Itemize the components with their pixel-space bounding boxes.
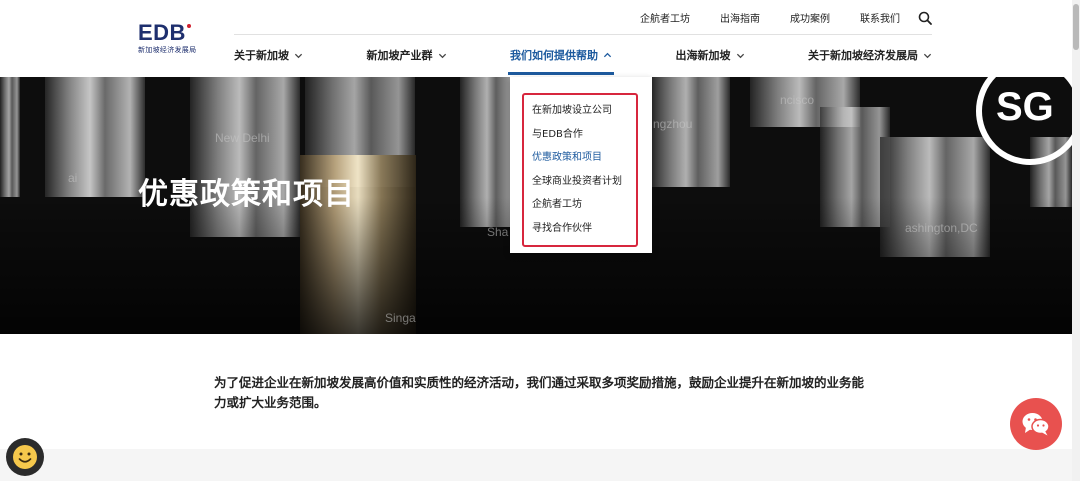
header-divider xyxy=(234,34,932,35)
dropdown-highlight-box: 在新加坡设立公司 与EDB合作 优惠政策和项目 全球商业投资者计划 企航者工坊 … xyxy=(522,93,638,247)
logo-subtitle: 新加坡经济发展局 xyxy=(138,46,197,54)
chevron-down-icon xyxy=(294,53,303,58)
wechat-button[interactable] xyxy=(1010,398,1062,450)
city-label: Singa xyxy=(385,311,416,325)
intro-paragraph: 为了促进企业在新加坡发展高价值和实质性的经济活动，我们通过采取多项奖励措施，鼓励… xyxy=(214,375,865,410)
next-section xyxy=(0,449,1072,481)
city-label: ngzhou xyxy=(653,117,693,131)
logo-dot xyxy=(186,24,191,28)
page-scrollbar[interactable] xyxy=(1072,0,1080,481)
utility-nav: 企航者工坊 出海指南 成功案例 联系我们 xyxy=(610,10,932,25)
chevron-down-icon xyxy=(438,53,446,58)
logo-text: EDB xyxy=(138,20,186,45)
scrollbar-thumb[interactable] xyxy=(1073,4,1079,50)
city-label: Sha xyxy=(487,225,509,239)
city-label: New Delhi xyxy=(215,131,270,145)
util-nav-contact[interactable]: 联系我们 xyxy=(860,10,900,25)
util-nav-workshop[interactable]: 企航者工坊 xyxy=(640,10,690,25)
city-label: ai xyxy=(68,171,78,185)
dropdown-item-gip[interactable]: 全球商业投资者计划 xyxy=(524,170,636,194)
site-header: EDB 新加坡经济发展局 企航者工坊 出海指南 成功案例 联系我们 关于新加坡 … xyxy=(0,0,1072,77)
dropdown-item-partner-edb[interactable]: 与EDB合作 xyxy=(524,123,636,147)
dropdown-item-find-partners[interactable]: 寻找合作伙伴 xyxy=(524,217,636,241)
dropdown-item-workshop[interactable]: 企航者工坊 xyxy=(524,193,636,217)
nav-how-we-help[interactable]: 我们如何提供帮助 xyxy=(508,47,614,75)
wechat-icon xyxy=(1022,413,1050,436)
sg-badge-text: SG xyxy=(996,85,1054,129)
nav-go-singapore[interactable]: 出海新加坡 xyxy=(676,47,745,63)
page-title: 优惠政策和项目 xyxy=(138,177,355,212)
chevron-down-icon xyxy=(736,53,744,58)
nav-about-edb[interactable]: 关于新加坡经济发展局 xyxy=(808,47,932,63)
main-nav: 关于新加坡 新加坡产业群 我们如何提供帮助 出海新加坡 关于新加坡经济发展局 xyxy=(234,47,932,75)
chevron-up-icon xyxy=(603,52,612,57)
city-label: ashington,DC xyxy=(905,221,978,235)
how-we-help-dropdown: 在新加坡设立公司 与EDB合作 优惠政策和项目 全球商业投资者计划 企航者工坊 … xyxy=(510,77,652,253)
nav-about-singapore[interactable]: 关于新加坡 xyxy=(234,47,303,63)
search-icon[interactable] xyxy=(918,11,932,25)
smiley-icon xyxy=(13,445,37,469)
page: EDB 新加坡经济发展局 企航者工坊 出海指南 成功案例 联系我们 关于新加坡 … xyxy=(0,0,1072,481)
dropdown-item-setup-company[interactable]: 在新加坡设立公司 xyxy=(524,99,636,123)
util-nav-guide[interactable]: 出海指南 xyxy=(720,10,760,25)
assistant-button[interactable] xyxy=(6,438,44,476)
edb-logo[interactable]: EDB 新加坡经济发展局 xyxy=(138,22,196,55)
nav-industries[interactable]: 新加坡产业群 xyxy=(367,47,447,63)
chevron-down-icon xyxy=(923,53,932,58)
util-nav-cases[interactable]: 成功案例 xyxy=(790,10,830,25)
dropdown-item-incentives[interactable]: 优惠政策和项目 xyxy=(524,146,636,170)
city-label: ncisco xyxy=(780,93,815,107)
